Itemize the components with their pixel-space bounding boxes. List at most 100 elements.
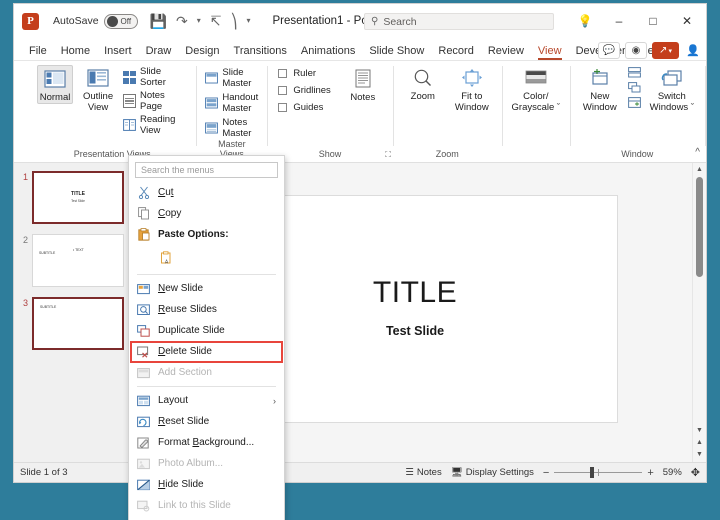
previous-slide-icon[interactable]: ▲	[693, 436, 706, 448]
notes-page-button[interactable]: Notes Page	[122, 90, 187, 112]
tab-slide-show[interactable]: Slide Show	[362, 45, 431, 60]
slide-thumbnail-2[interactable]: SUBTITLE • TEXT	[32, 234, 124, 287]
context-menu-item-duplicate-slide[interactable]: Duplicate Slide	[129, 320, 284, 341]
cascade-button[interactable]	[627, 81, 641, 94]
zoom-button[interactable]: Zoom	[402, 65, 444, 102]
paste-options-row[interactable]: A	[129, 245, 284, 271]
context-menu-item-copy[interactable]: Copy	[129, 203, 284, 224]
tab-draw[interactable]: Draw	[139, 45, 179, 60]
record-icon[interactable]: ◉	[625, 42, 647, 59]
scroll-up-icon[interactable]: ▲	[693, 163, 706, 175]
normal-view-button[interactable]: Normal	[37, 65, 74, 104]
arrange-all-button[interactable]	[627, 66, 641, 79]
context-menu-item-hide-slide[interactable]: Hide Slide	[129, 474, 284, 495]
move-split-button[interactable]	[627, 96, 641, 109]
undo-dropdown-icon[interactable]: ▾	[197, 17, 201, 25]
tab-transitions[interactable]: Transitions	[227, 45, 294, 60]
handout-master-button[interactable]: Handout Master	[205, 92, 258, 114]
group-label-color-grayscale	[511, 159, 561, 162]
display-settings-button[interactable]: 🖥 Display Settings	[451, 467, 534, 478]
switch-windows-button[interactable]: Switch Windows ˇ	[648, 65, 696, 113]
thumbnail-row-1[interactable]: 1 TITLE Test Slide	[14, 171, 137, 224]
context-menu-item-link-to-this-slide: Link to this Slide	[129, 495, 284, 516]
context-menu-item-layout[interactable]: Layout ›	[129, 390, 284, 411]
context-menu-item-new-slide[interactable]: New Slide	[129, 278, 284, 299]
close-button[interactable]: ✕	[670, 6, 704, 36]
slide-thumbnail-1[interactable]: TITLE Test Slide	[32, 171, 124, 224]
master-views-list: Slide Master Handout Master Notes Master	[205, 66, 258, 139]
context-menu-item-cut[interactable]: Cut	[129, 182, 284, 203]
thumbnail-row-2[interactable]: 2 SUBTITLE • TEXT	[14, 234, 137, 287]
share-button[interactable]: ↗ ▾	[652, 42, 679, 59]
thumbnail-row-3[interactable]: 3 SUBTITLE	[14, 297, 137, 350]
macros-button[interactable]: Macros	[714, 65, 720, 102]
redo-icon[interactable]: ↸	[210, 14, 222, 28]
save-icon[interactable]: 💾	[150, 14, 167, 28]
comments-icon[interactable]: 💬	[598, 42, 620, 59]
tab-view[interactable]: View	[531, 45, 569, 60]
autosave-toggle[interactable]: AutoSave Off	[53, 13, 138, 29]
people-icon[interactable]: 👤	[684, 44, 702, 57]
slide-context-menu[interactable]: Search the menus Cut Copy Paste Options:…	[128, 155, 285, 520]
context-menu-item-reuse-slides[interactable]: Reuse Slides	[129, 299, 284, 320]
slide-thumbnail-3[interactable]: SUBTITLE	[32, 297, 124, 350]
search-icon: ⚲	[371, 16, 379, 27]
context-menu-label-copy: Copy	[158, 208, 182, 219]
fit-to-window-button[interactable]: Fit to Window	[451, 65, 493, 113]
search-input[interactable]: ⚲ Search	[364, 13, 554, 30]
tab-animations[interactable]: Animations	[294, 45, 362, 60]
tab-file[interactable]: File	[22, 45, 54, 60]
tab-design[interactable]: Design	[178, 45, 226, 60]
reuse-slides-icon	[135, 302, 152, 317]
tab-review[interactable]: Review	[481, 45, 531, 60]
tab-record[interactable]: Record	[431, 45, 480, 60]
reading-view-button[interactable]: Reading View	[123, 114, 187, 136]
gridlines-checkbox[interactable]: Gridlines	[276, 84, 331, 97]
minimize-button[interactable]: –	[602, 6, 636, 36]
zoom-out-button[interactable]: −	[543, 467, 549, 479]
guides-checkbox[interactable]: Guides	[276, 101, 331, 114]
context-menu-item-new-comment[interactable]: New Comment	[129, 516, 284, 520]
tab-home[interactable]: Home	[54, 45, 97, 60]
context-menu-item-reset-slide[interactable]: Reset Slide	[129, 411, 284, 432]
outline-view-button[interactable]: Outline View	[80, 65, 116, 113]
show-dialog-launcher-icon[interactable]: ⛶	[385, 150, 391, 160]
slide-thumbnail-panel[interactable]: 1 TITLE Test Slide 2 SUBTITLE • TEXT 3 S…	[14, 163, 138, 462]
context-menu-item-add-section: Add Section	[129, 362, 284, 383]
color-grayscale-button[interactable]: Color/ Grayscale ˇ	[511, 65, 561, 113]
notes-button-label: Notes	[350, 92, 376, 103]
tell-me-icon[interactable]: 💡	[568, 6, 602, 36]
notes-button[interactable]: Notes	[342, 66, 384, 103]
ribbon-group-macros: Macros Macros	[704, 61, 720, 162]
next-slide-icon[interactable]: ▼	[693, 448, 706, 460]
vertical-scrollbar[interactable]: ▲ ▼ ▲ ▼	[692, 163, 706, 462]
menu-search-input[interactable]: Search the menus	[135, 162, 278, 178]
fit-slide-to-window-icon[interactable]: ✥	[691, 466, 700, 479]
context-menu-item-delete-slide[interactable]: Delete Slide	[129, 340, 284, 363]
zoom-track[interactable]	[554, 467, 643, 478]
slide-sorter-button[interactable]: Slide Sorter	[122, 66, 187, 88]
reset-slide-icon	[135, 414, 152, 429]
start-presentation-icon[interactable]: ⎞	[230, 14, 237, 28]
notes-icon	[354, 66, 372, 92]
collapse-ribbon-icon[interactable]: ^	[695, 147, 700, 158]
ruler-checkbox[interactable]: Ruler	[276, 67, 331, 80]
slide-master-button[interactable]: Slide Master	[205, 67, 258, 89]
presentation-views-small-list: Slide Sorter Notes Page Reading View	[122, 65, 187, 136]
zoom-slider[interactable]: − +	[543, 467, 654, 479]
qat-overflow-icon[interactable]: ▾	[246, 17, 250, 25]
zoom-handle[interactable]	[590, 467, 594, 478]
notes-master-button[interactable]: Notes Master	[205, 117, 258, 139]
scroll-down-icon[interactable]: ▼	[693, 424, 706, 436]
tab-insert[interactable]: Insert	[97, 45, 139, 60]
maximize-button[interactable]: □	[636, 6, 670, 36]
notes-toggle-button[interactable]: ☰ Notes	[405, 467, 441, 478]
paste-keep-text-only-icon[interactable]: A	[158, 251, 175, 266]
zoom-in-button[interactable]: +	[647, 467, 653, 479]
reading-view-label: Reading View	[139, 114, 176, 136]
scrollbar-thumb[interactable]	[696, 177, 703, 277]
autosave-switch[interactable]: Off	[103, 13, 138, 29]
context-menu-item-format-background[interactable]: Format Background...	[129, 432, 284, 453]
undo-icon[interactable]: ↷	[176, 14, 188, 28]
new-window-button[interactable]: New Window	[579, 65, 621, 113]
